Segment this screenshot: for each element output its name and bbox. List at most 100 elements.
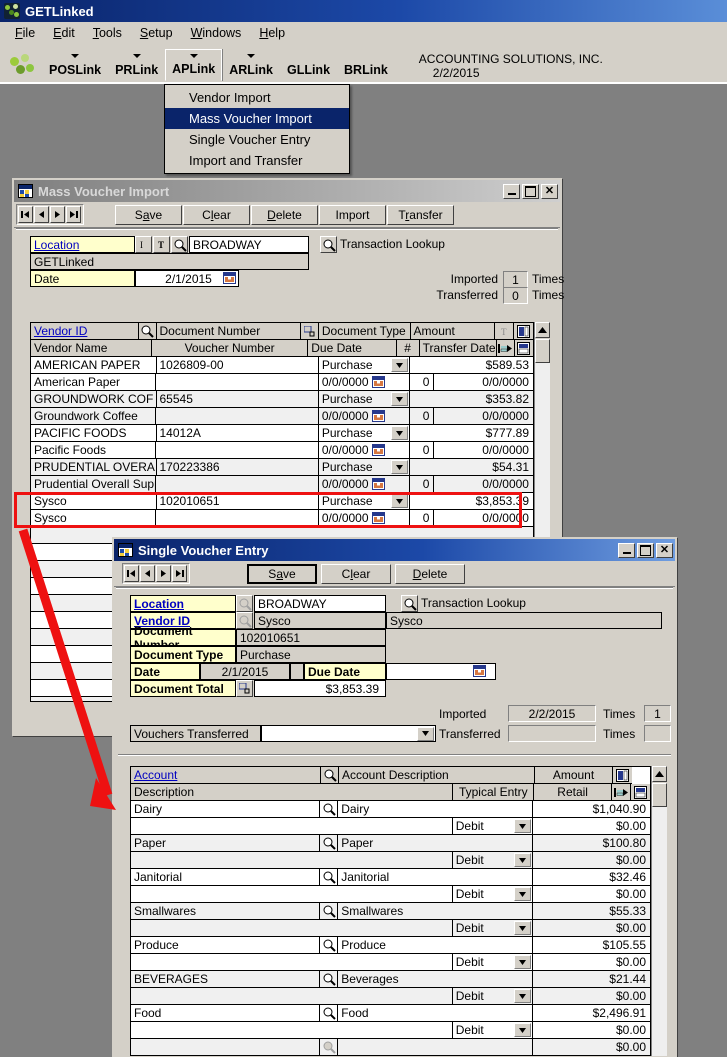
cell-account-description[interactable]: Beverages [338,971,534,988]
toolbar-aplink[interactable]: APLink [165,49,223,81]
menu-tools[interactable]: Tools [84,24,131,42]
cell-due-date[interactable]: 0/0/0000 [318,476,411,493]
cell-description[interactable] [131,920,453,937]
cell-account[interactable]: Smallwares [131,903,321,920]
cell-amount[interactable]: $55.33 [533,903,650,920]
cell-typical-entry[interactable]: Debit [452,1022,534,1039]
chevron-down-icon[interactable] [514,989,532,1003]
table-row[interactable]: Sysco 102010651 Purchase $3,853.39 [31,493,533,510]
cell-document-type[interactable]: Purchase [318,459,411,476]
cell-due-date[interactable]: 0/0/0000 [318,374,411,391]
grid-layout2-icon[interactable] [514,340,533,357]
vendor-lookup-icon[interactable] [236,612,253,629]
cell-description[interactable] [131,818,453,835]
cell-voucher-number[interactable] [156,510,319,527]
export-rows-icon[interactable] [612,784,632,801]
cell-retail[interactable]: $0.00 [533,920,650,937]
cell-vendor-id[interactable]: AMERICAN PAPER [31,357,157,374]
table-row[interactable]: Food Food $2,496.91 [131,1005,650,1022]
save-button[interactable]: Save [247,563,317,584]
cell-voucher-number[interactable] [156,408,319,425]
cell-document-number[interactable]: 65545 [156,391,319,408]
cell-retail[interactable]: $0.00 [533,886,650,903]
single-voucher-titlebar[interactable]: Single Voucher Entry ✕ [114,539,675,561]
cell-amount[interactable]: $2,496.91 [533,1005,650,1022]
cell-transfer-date[interactable]: 0/0/0000 [434,442,533,459]
cell-document-type[interactable]: Purchase [318,357,411,374]
account-row-lookup-icon[interactable] [320,971,339,988]
table-row[interactable]: Prudential Overall Supp 0/0/0000 0 0/0/0000 [31,476,533,493]
table-row[interactable]: Dairy Dairy $1,040.90 [131,801,650,818]
last-record-icon[interactable] [172,565,187,582]
close-icon[interactable]: ✕ [656,542,673,558]
cell-vendor-name[interactable]: Prudential Overall Supp [31,476,157,493]
table-row[interactable]: GROUNDWORK COF 65545 Purchase $353.82 [31,391,533,408]
cell-account[interactable]: Produce [131,937,321,954]
location-lookup-icon[interactable] [171,236,188,253]
maximize-button[interactable] [522,183,539,199]
cell-document-number[interactable]: 1026809-00 [156,357,319,374]
vouchers-transferred-select[interactable] [261,725,436,742]
scroll-up-icon[interactable] [535,322,550,338]
delete-button[interactable]: Delete [395,563,465,584]
chevron-down-icon[interactable] [514,955,532,969]
cell-typical-entry[interactable]: Debit [452,954,534,971]
account-row-lookup-icon[interactable] [320,869,339,886]
location-lookup-icon[interactable] [236,595,253,612]
cell-amount[interactable]: $54.31 [410,459,533,476]
cell-typical-entry[interactable]: Debit [452,920,534,937]
cell-amount[interactable]: $777.89 [410,425,533,442]
calendar-icon[interactable] [371,512,385,524]
account-row-lookup-icon[interactable] [320,903,339,920]
menu-edit[interactable]: Edit [44,24,84,42]
table-row[interactable]: Debit $0.00 [131,852,650,869]
cell-voucher-number[interactable] [156,476,319,493]
cell-due-date[interactable]: 0/0/0000 [318,442,411,459]
calendar-icon[interactable] [473,665,486,677]
toolbar-gllink[interactable]: GLLink [280,50,337,81]
table-row[interactable]: Debit $0.00 [131,886,650,903]
cell-account-description[interactable]: Food [338,1005,534,1022]
cell-vendor-id[interactable]: PACIFIC FOODS [31,425,157,442]
cell-account-description[interactable]: Produce [338,937,534,954]
grid-layout-icon[interactable] [613,767,632,784]
minimize-button[interactable] [503,183,520,199]
cell-document-type[interactable]: Purchase [318,391,411,408]
vendor-id-value[interactable]: Sysco [254,612,386,629]
col-voucher-number[interactable]: Voucher Number [151,340,309,357]
table-row[interactable]: BEVERAGES Beverages $21.44 [131,971,650,988]
chevron-down-icon[interactable] [391,426,409,440]
grid-layout-icon[interactable] [514,323,533,340]
cell-document-number[interactable]: 14012A [156,425,319,442]
transaction-lookup-icon[interactable] [401,595,418,612]
close-icon[interactable]: ✕ [541,183,558,199]
grid-layout2-icon[interactable] [631,784,650,801]
cell-transfer-date[interactable]: 0/0/0000 [434,510,533,527]
cell-amount[interactable]: $589.53 [410,357,533,374]
cell-account[interactable]: Paper [131,835,321,852]
cell-account-description[interactable] [338,1039,534,1055]
cell-count[interactable]: 0 [410,374,435,391]
grid-text-icon[interactable]: T [495,323,515,340]
table-row[interactable]: Janitorial Janitorial $32.46 [131,869,650,886]
account-row-lookup-icon[interactable] [320,801,339,818]
scrollbar-track[interactable] [652,807,667,1056]
cell-count[interactable]: 0 [410,476,435,493]
table-row[interactable]: Debit $0.00 [131,954,650,971]
cell-account[interactable]: BEVERAGES [131,971,321,988]
table-row[interactable]: PACIFIC FOODS 14012A Purchase $777.89 [31,425,533,442]
clear-button[interactable]: Clear [321,563,391,584]
cell-amount[interactable]: $32.46 [533,869,650,886]
document-number-value[interactable]: 102010651 [236,629,386,646]
cell-retail[interactable]: $0.00 [533,988,650,1005]
scrollbar-thumb[interactable] [535,339,550,363]
cell-document-type[interactable]: Purchase [318,493,411,510]
cell-typical-entry[interactable]: Debit [452,886,534,903]
col-amount[interactable]: Amount [535,767,613,784]
cell-account-description[interactable]: Smallwares [338,903,534,920]
chevron-down-icon[interactable] [514,921,532,935]
col-count[interactable]: # [396,340,420,357]
cell-retail[interactable]: $0.00 [533,1022,650,1039]
cell-account[interactable] [131,1039,321,1055]
maximize-button[interactable] [637,542,654,558]
